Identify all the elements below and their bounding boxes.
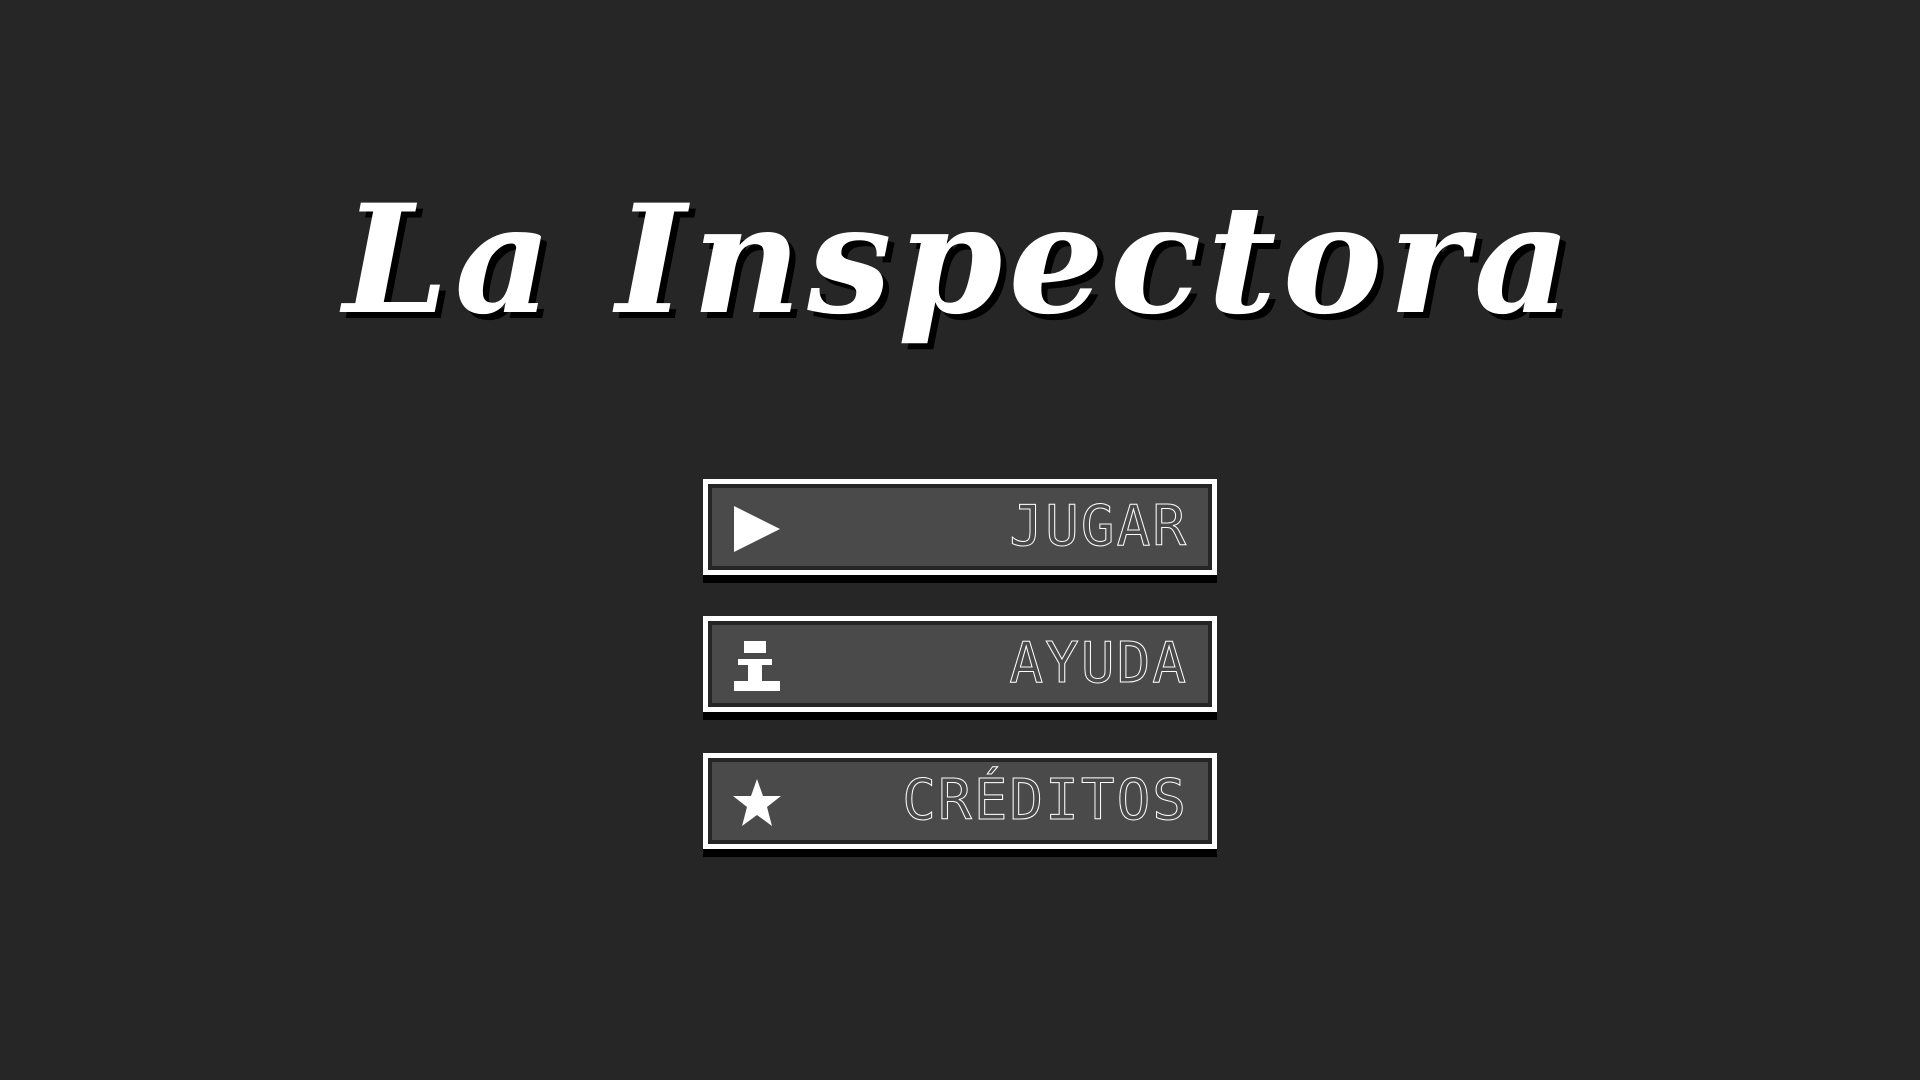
game-title: La Inspectora xyxy=(343,172,1577,348)
play-button[interactable]: JUGAR xyxy=(703,479,1217,575)
play-icon xyxy=(734,506,780,552)
star-icon xyxy=(733,779,781,826)
info-icon xyxy=(734,641,780,691)
credits-button-label: CRÉDITOS xyxy=(902,768,1188,834)
play-button-label: JUGAR xyxy=(1009,494,1188,560)
credits-button[interactable]: CRÉDITOS xyxy=(703,753,1217,849)
help-button[interactable]: AYUDA xyxy=(703,616,1217,712)
help-button-label: AYUDA xyxy=(1009,631,1188,697)
main-menu: JUGAR AYUDA CRÉDITOS xyxy=(703,479,1217,890)
